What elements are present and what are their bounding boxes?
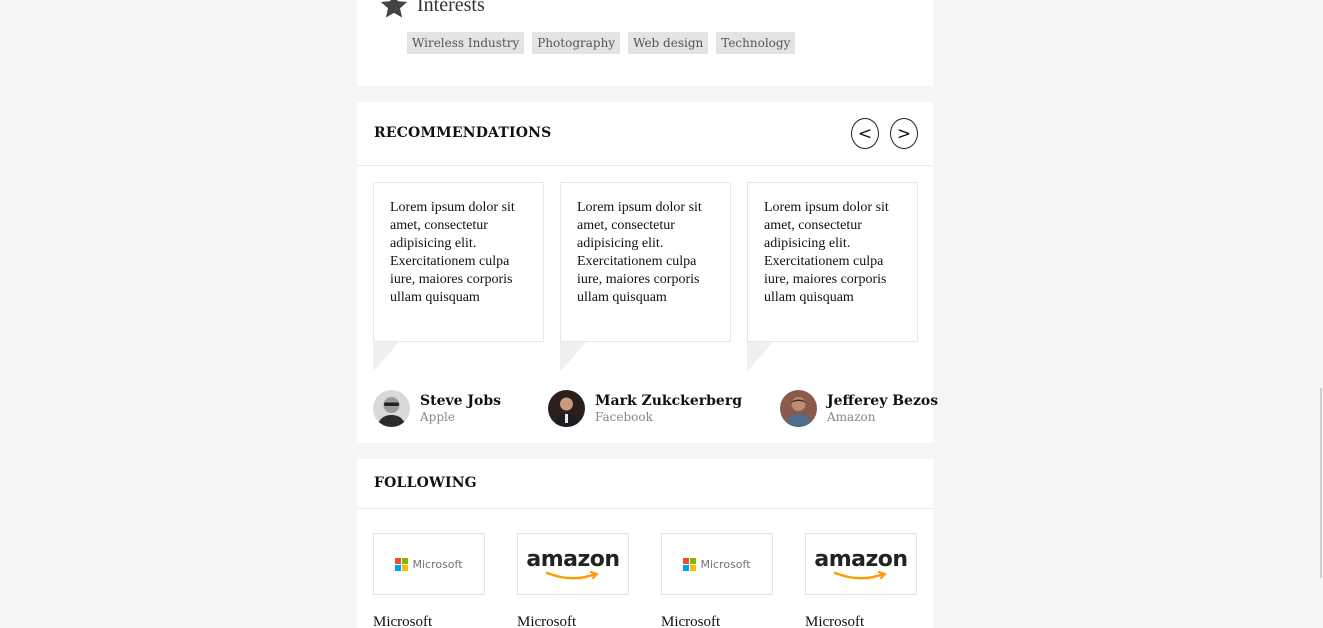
recommender-name[interactable]: Jefferey Bezos (827, 393, 938, 409)
company-logo-amazon[interactable]: amazon (805, 533, 917, 595)
recommender-name[interactable]: Mark Zukckerberg (595, 393, 742, 409)
microsoft-logo: Microsoft (395, 557, 463, 571)
following-title: FOLLOWING (374, 475, 477, 491)
scrollbar-thumb[interactable] (1320, 388, 1322, 578)
quote-tail-icon (560, 342, 586, 372)
recommender-name[interactable]: Steve Jobs (420, 393, 501, 409)
amazon-logo: amazon (526, 546, 620, 580)
tag-web-design[interactable]: Web design (628, 32, 709, 54)
following-card: FOLLOWING Microsoft Microsoft amazon Mic… (357, 459, 933, 628)
recommender-company: Apple (420, 410, 455, 424)
company-logo-microsoft[interactable]: Microsoft (661, 533, 773, 595)
interest-tags: Wireless Industry Photography Web design… (407, 32, 796, 54)
recommendations-card: RECOMMENDATIONS < > Lorem ipsum dolor si… (357, 102, 938, 443)
interests-card: Interests Wireless Industry Photography … (357, 0, 933, 86)
avatar (780, 390, 817, 427)
recommendations-header: RECOMMENDATIONS < > (357, 102, 933, 166)
recommender-jefferey-bezos[interactable]: Jefferey Bezos Amazon (780, 390, 938, 427)
recommender-company: Amazon (827, 410, 876, 424)
quote-tail-icon (747, 342, 773, 372)
company-name[interactable]: Microsoft (805, 614, 864, 628)
microsoft-squares-icon (395, 557, 409, 571)
company-name[interactable]: Microsoft (373, 614, 432, 628)
recommender-mark-zukckerberg[interactable]: Mark Zukckerberg Facebook (548, 390, 742, 427)
tag-technology[interactable]: Technology (716, 32, 796, 54)
tag-photography[interactable]: Photography (532, 32, 621, 54)
recommendation-quote: Lorem ipsum dolor sit amet, consectetur … (747, 182, 918, 342)
tag-wireless-industry[interactable]: Wireless Industry (407, 32, 525, 54)
following-header: FOLLOWING (357, 459, 933, 509)
recommendations-title: RECOMMENDATIONS (374, 125, 552, 141)
amazon-logo: amazon (814, 546, 908, 580)
recommender-info: Mark Zukckerberg Facebook (595, 393, 742, 424)
next-button[interactable]: > (890, 118, 918, 149)
quote-tail-icon (373, 342, 399, 372)
interests-title: Interests (417, 0, 485, 16)
recommendation-quote: Lorem ipsum dolor sit amet, consectetur … (560, 182, 731, 342)
company-name[interactable]: Microsoft (517, 614, 576, 628)
previous-button[interactable]: < (851, 118, 879, 149)
amazon-smile-icon (545, 570, 599, 579)
avatar (373, 390, 410, 427)
avatar (548, 390, 585, 427)
recommender-info: Jefferey Bezos Amazon (827, 393, 938, 424)
microsoft-logo-text: Microsoft (700, 557, 751, 571)
amazon-smile-icon (833, 570, 887, 579)
recommendation-quote: Lorem ipsum dolor sit amet, consectetur … (373, 182, 544, 342)
recommender-info: Steve Jobs Apple (420, 393, 501, 424)
interests-header: Interests (379, 0, 485, 20)
recommender-company: Facebook (595, 410, 653, 424)
amazon-logo-text: amazon (814, 546, 908, 572)
star-icon (380, 0, 408, 18)
microsoft-squares-icon (683, 557, 697, 571)
company-name[interactable]: Microsoft (661, 614, 720, 628)
microsoft-logo-text: Microsoft (412, 557, 463, 571)
company-logo-amazon[interactable]: amazon (517, 533, 629, 595)
microsoft-logo: Microsoft (683, 557, 751, 571)
amazon-logo-text: amazon (526, 546, 620, 572)
recommender-steve-jobs[interactable]: Steve Jobs Apple (373, 390, 501, 427)
company-logo-microsoft[interactable]: Microsoft (373, 533, 485, 595)
